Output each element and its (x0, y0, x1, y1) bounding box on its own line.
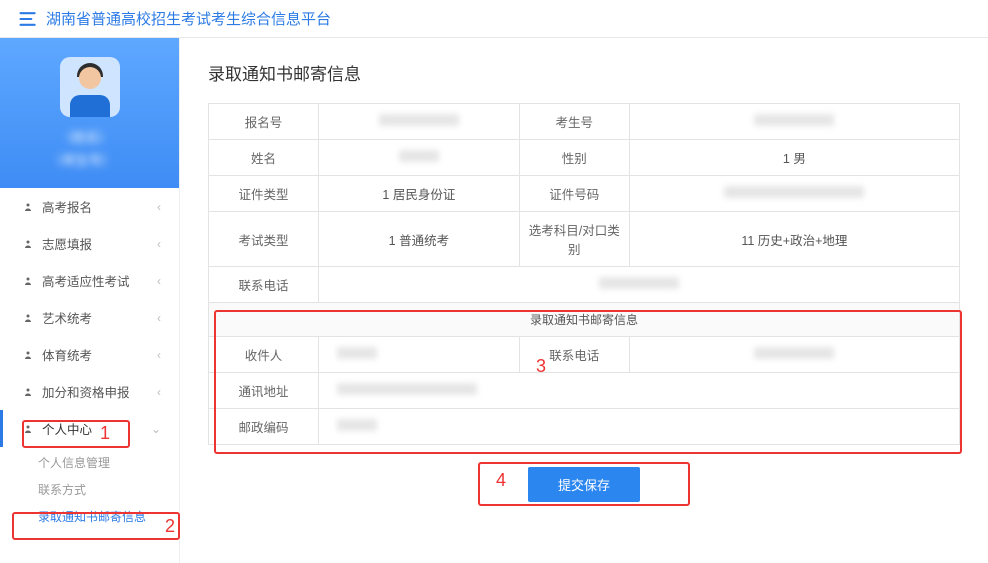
label-examtype: 考试类型 (209, 212, 319, 267)
chevron-down-icon: ⌄ (151, 422, 161, 436)
chevron-left-icon: ‹ (157, 200, 161, 214)
sub-item-personal-info[interactable]: 个人信息管理 (38, 449, 179, 476)
profile-card: （姓名） （考生号） (0, 38, 179, 188)
person-icon (22, 201, 34, 213)
sidebar-subitem-label: 录取通知书邮寄信息 (38, 510, 146, 524)
profile-name: （姓名） (60, 127, 120, 146)
sidebar: （姓名） （考生号） 高考报名 ‹ 志愿填报 ‹ 高考适应性考试 ‹ 艺术统考 … (0, 38, 180, 563)
sidebar-item-label: 志愿填报 (42, 234, 92, 253)
label-postcode: 邮政编码 (209, 409, 319, 445)
sidebar-subitem-label: 联系方式 (38, 483, 86, 497)
label-name: 姓名 (209, 140, 319, 176)
table-row: 考试类型 1 普通统考 选考科目/对口类别 11 历史+政治+地理 (209, 212, 960, 267)
sidebar-item-label: 体育统考 (42, 345, 92, 364)
table-row: 收件人 联系电话 (209, 337, 960, 373)
table-row: 联系电话 (209, 267, 960, 303)
table-row: 邮政编码 (209, 409, 960, 445)
sidebar-item-label: 高考适应性考试 (42, 271, 130, 290)
profile-sub: （考生号） (50, 150, 130, 169)
person-icon (22, 275, 34, 287)
value-recipient[interactable] (319, 337, 520, 373)
table-row: 报名号 考生号 (209, 104, 960, 140)
nav-list: 高考报名 ‹ 志愿填报 ‹ 高考适应性考试 ‹ 艺术统考 ‹ 体育统考 ‹ 加分… (0, 188, 179, 447)
chevron-left-icon: ‹ (157, 311, 161, 325)
chevron-left-icon: ‹ (157, 274, 161, 288)
table-row: 录取通知书邮寄信息 (209, 303, 960, 337)
value-subject: 11 历史+政治+地理 (629, 212, 959, 267)
person-icon (22, 238, 34, 250)
value-mail-phone[interactable] (629, 337, 959, 373)
table-row: 证件类型 1 居民身份证 证件号码 (209, 176, 960, 212)
avatar (60, 57, 120, 117)
sidebar-item-tiyu[interactable]: 体育统考 ‹ (0, 336, 179, 373)
value-idtype: 1 居民身份证 (319, 176, 520, 212)
value-gender: 1 男 (629, 140, 959, 176)
chevron-left-icon: ‹ (157, 348, 161, 362)
info-table: 报名号 考生号 姓名 性别 1 男 证件类型 1 居民身份证 证件号码 考试类型… (208, 103, 960, 445)
app-title: 湖南省普通高校招生考试考生综合信息平台 (46, 8, 331, 29)
sub-item-contact[interactable]: 联系方式 (38, 476, 179, 503)
content-area: 录取通知书邮寄信息 报名号 考生号 姓名 性别 1 男 证件类型 1 居民身份证… (180, 38, 988, 563)
person-icon (22, 423, 34, 435)
label-exam-no: 考生号 (519, 104, 629, 140)
value-postcode[interactable] (319, 409, 960, 445)
table-row: 通讯地址 (209, 373, 960, 409)
sidebar-subitem-label: 个人信息管理 (38, 456, 110, 470)
chevron-left-icon: ‹ (157, 237, 161, 251)
person-icon (22, 349, 34, 361)
label-subject: 选考科目/对口类别 (519, 212, 629, 267)
sidebar-item-label: 加分和资格申报 (42, 382, 130, 401)
label-idno: 证件号码 (519, 176, 629, 212)
label-mail-phone: 联系电话 (519, 337, 629, 373)
sidebar-item-zhiyuan[interactable]: 志愿填报 ‹ (0, 225, 179, 262)
value-address[interactable] (319, 373, 960, 409)
label-gender: 性别 (519, 140, 629, 176)
label-address: 通讯地址 (209, 373, 319, 409)
label-reg-no: 报名号 (209, 104, 319, 140)
sidebar-item-shiyingxing[interactable]: 高考适应性考试 ‹ (0, 262, 179, 299)
app-header: 湖南省普通高校招生考试考生综合信息平台 (0, 0, 988, 38)
page-title: 录取通知书邮寄信息 (208, 60, 960, 85)
value-examtype: 1 普通统考 (319, 212, 520, 267)
sidebar-item-personal-center[interactable]: 个人中心 ⌄ (0, 410, 179, 447)
sidebar-item-gaokao-baoming[interactable]: 高考报名 ‹ (0, 188, 179, 225)
sidebar-item-label: 艺术统考 (42, 308, 92, 327)
submit-button[interactable]: 提交保存 (528, 467, 640, 502)
person-icon (22, 386, 34, 398)
table-row: 姓名 性别 1 男 (209, 140, 960, 176)
person-icon (22, 312, 34, 324)
app-logo-icon (18, 9, 38, 29)
value-reg-no (319, 104, 520, 140)
sidebar-item-label: 高考报名 (42, 197, 92, 216)
label-recipient: 收件人 (209, 337, 319, 373)
value-exam-no (629, 104, 959, 140)
nav-sublist: 个人信息管理 联系方式 录取通知书邮寄信息 (0, 447, 179, 536)
sidebar-item-jiafen[interactable]: 加分和资格申报 ‹ (0, 373, 179, 410)
mail-section-title: 录取通知书邮寄信息 (209, 303, 960, 337)
label-idtype: 证件类型 (209, 176, 319, 212)
sub-item-mail-info[interactable]: 录取通知书邮寄信息 (38, 503, 179, 530)
label-phone: 联系电话 (209, 267, 319, 303)
sidebar-item-label: 个人中心 (42, 419, 92, 438)
value-name (319, 140, 520, 176)
value-phone (319, 267, 960, 303)
sidebar-item-yishu[interactable]: 艺术统考 ‹ (0, 299, 179, 336)
chevron-left-icon: ‹ (157, 385, 161, 399)
value-idno (629, 176, 959, 212)
